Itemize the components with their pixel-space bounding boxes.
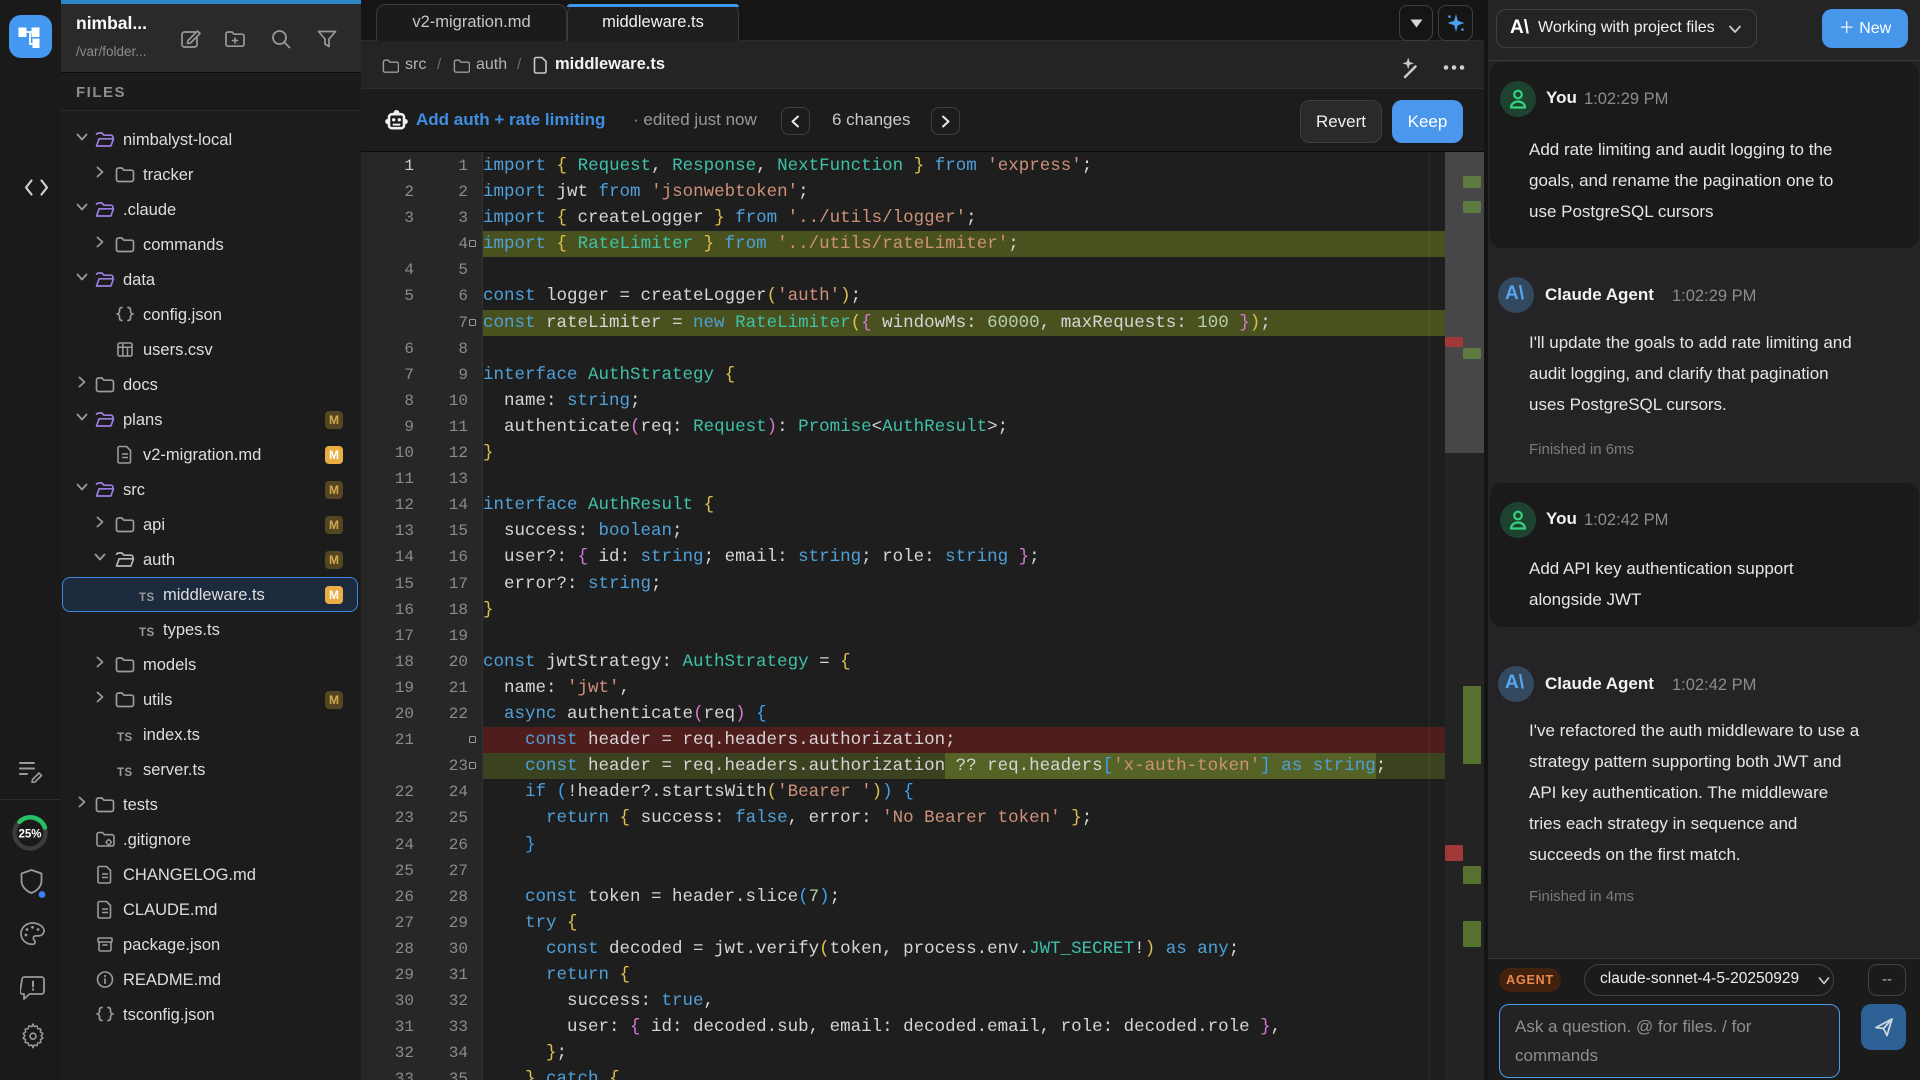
svg-text:TS: TS bbox=[117, 767, 133, 778]
svg-text:TS: TS bbox=[139, 627, 155, 638]
svg-text:TS: TS bbox=[117, 732, 133, 743]
svg-text:TS: TS bbox=[139, 592, 155, 603]
svg-text:25%: 25% bbox=[18, 829, 41, 841]
